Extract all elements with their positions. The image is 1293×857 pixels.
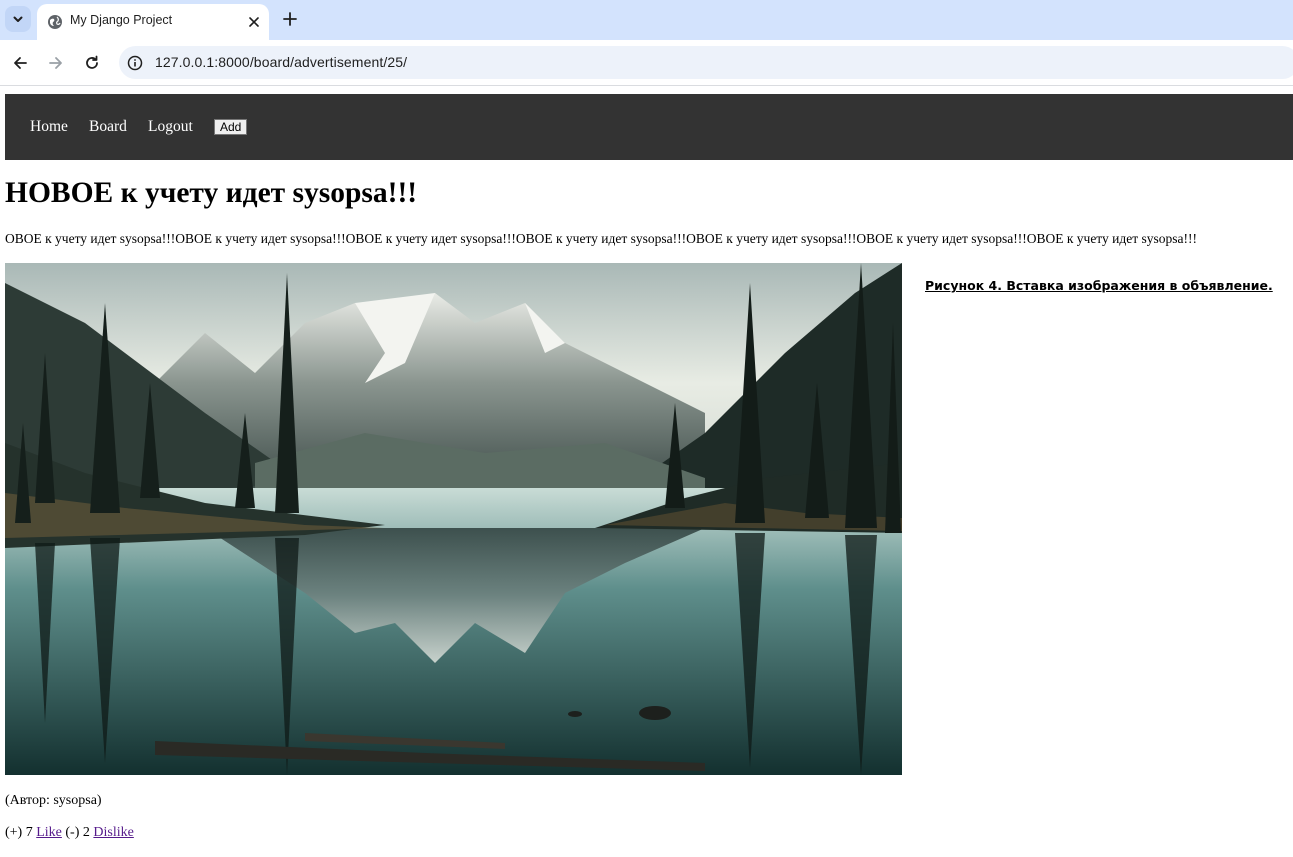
dislike-count: 2 [82, 825, 90, 840]
like-count: 7 [25, 825, 33, 840]
browser-toolbar: 127.0.0.1:8000/board/advertisement/25/ [0, 40, 1293, 86]
mountain-lake-image [5, 263, 902, 775]
tab-search-button[interactable] [5, 6, 31, 32]
nav-link-board[interactable]: Board [89, 118, 127, 136]
votes-line: (+) 7 Like (-) 2 Dislike [5, 825, 134, 841]
chevron-down-icon [13, 16, 23, 22]
like-link[interactable]: Like [36, 825, 62, 840]
back-button[interactable] [8, 51, 32, 75]
browser-tabstrip: My Django Project [0, 0, 1293, 40]
close-icon [249, 17, 259, 27]
advertisement-text: ОВОЕ к учету идет sysopsa!!!ОВОЕ к учету… [5, 231, 1198, 246]
add-button[interactable]: Add [214, 119, 248, 135]
plus-icon [283, 12, 297, 26]
url-text[interactable]: 127.0.0.1:8000/board/advertisement/25/ [155, 54, 407, 70]
reload-icon [86, 55, 98, 69]
close-tab-button[interactable] [245, 13, 263, 31]
image-caption: Рисунок 4. Вставка изображения в объявле… [925, 278, 1273, 293]
tab-title: My Django Project [70, 13, 173, 27]
info-icon [127, 55, 143, 71]
advertisement-image [5, 263, 902, 775]
plus-prefix: (+) [5, 825, 23, 840]
address-bar[interactable]: 127.0.0.1:8000/board/advertisement/25/ [119, 46, 1293, 79]
site-navbar: Home Board Logout Add [5, 94, 1293, 160]
page-title: НОВОЕ к учету идет sysopsa!!! [5, 177, 418, 209]
nav-link-logout[interactable]: Logout [148, 118, 193, 136]
browser-tab[interactable]: My Django Project [37, 4, 269, 40]
reload-button[interactable] [80, 51, 104, 75]
globe-icon [48, 15, 62, 29]
new-tab-button[interactable] [279, 8, 301, 30]
arrow-right-icon [49, 57, 62, 69]
forward-button[interactable] [44, 51, 68, 75]
minus-prefix: (-) [65, 825, 80, 840]
nav-link-home[interactable]: Home [30, 118, 68, 136]
dislike-link[interactable]: Dislike [93, 825, 133, 840]
author-line: (Автор: sysopsa) [5, 793, 102, 808]
site-info-button[interactable] [126, 54, 144, 72]
arrow-left-icon [14, 57, 27, 69]
